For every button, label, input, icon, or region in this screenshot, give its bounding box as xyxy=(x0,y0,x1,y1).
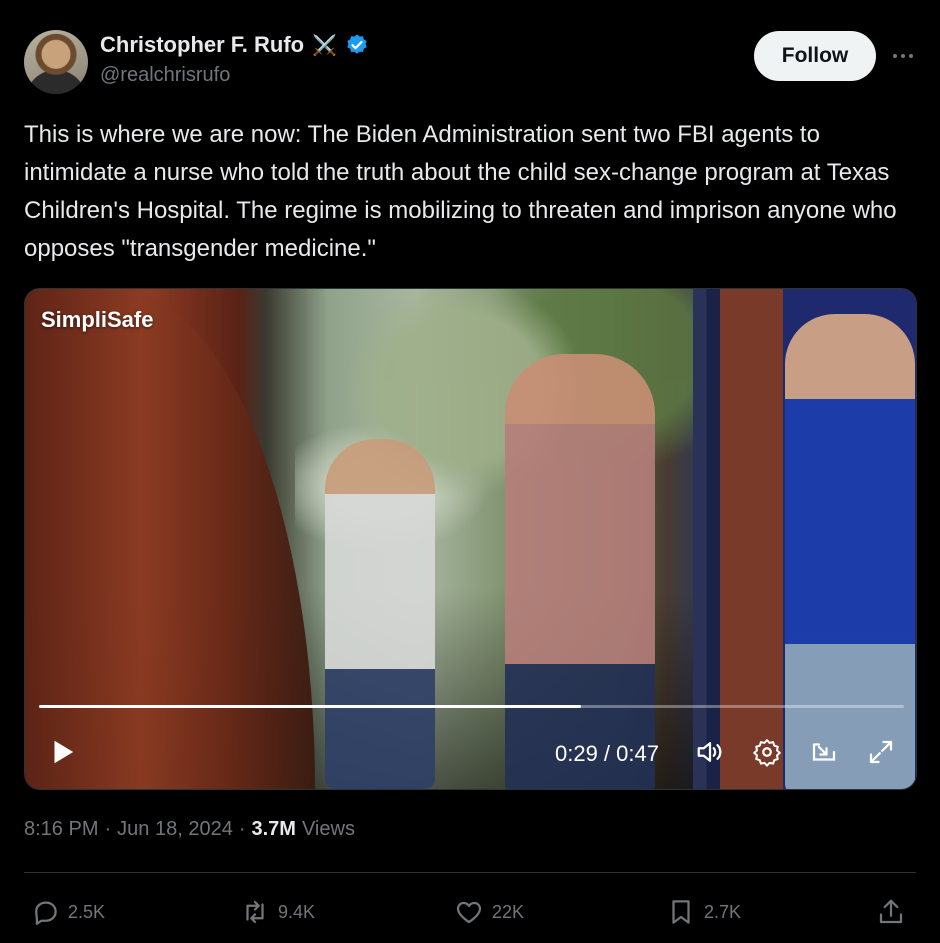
author-display-name[interactable]: Christopher F. Rufo xyxy=(100,32,304,58)
tweet-meta: 8:16 PM · Jun 18, 2024 · 3.7M Views xyxy=(24,818,355,841)
bookmark-icon xyxy=(672,900,690,924)
video-time: 0:29 / 0:47 xyxy=(555,741,659,766)
video-watermark: SimpliSafe xyxy=(41,307,154,332)
like-count: 22K xyxy=(492,901,525,922)
like-button[interactable]: 22K xyxy=(454,892,524,932)
author-name-row: Christopher F. Rufo ⚔️ xyxy=(100,32,369,58)
meta-separator: · xyxy=(238,818,246,840)
meta-separator: · xyxy=(104,818,112,840)
reply-button[interactable]: 2.5K xyxy=(30,892,105,932)
verified-icon xyxy=(347,34,367,54)
pip-icon[interactable] xyxy=(809,737,839,767)
video-progress-bar[interactable] xyxy=(39,705,904,708)
fullscreen-icon[interactable] xyxy=(866,737,896,767)
views-label: Views xyxy=(301,818,355,840)
repost-icon xyxy=(246,900,264,924)
tweet-text: This is where we are now: The Biden Admi… xyxy=(24,121,897,262)
share-icon xyxy=(879,899,903,924)
follow-button[interactable]: Follow xyxy=(754,31,876,81)
author-avatar[interactable] xyxy=(24,30,88,94)
tweet-time[interactable]: 8:16 PM xyxy=(24,818,98,841)
repost-count: 9.4K xyxy=(278,901,316,922)
tweet-date[interactable]: Jun 18, 2024 xyxy=(117,818,233,841)
share-button[interactable] xyxy=(876,892,906,932)
volume-icon[interactable] xyxy=(695,737,725,767)
tweet-actions: 2.5K 9.4K 22K 2.7K xyxy=(30,892,910,932)
views-count: 3.7M xyxy=(251,818,296,840)
reply-icon xyxy=(35,901,57,925)
video-frame-person-center xyxy=(505,354,655,789)
bookmark-button[interactable]: 2.7K xyxy=(666,892,741,932)
settings-icon[interactable] xyxy=(752,737,782,767)
play-icon[interactable] xyxy=(47,737,77,767)
video-controls: 0:29 / 0:47 xyxy=(25,729,916,779)
divider xyxy=(24,872,916,873)
repost-button[interactable]: 9.4K xyxy=(240,892,315,932)
like-icon xyxy=(456,901,482,924)
reply-count: 2.5K xyxy=(68,901,106,922)
video-progress-fill xyxy=(39,705,582,708)
author-handle[interactable]: @realchrisrufo xyxy=(100,64,230,87)
crossed-swords-badge: ⚔️ xyxy=(312,34,338,57)
video-player[interactable]: SimpliSafe 0:29 / 0:47 xyxy=(24,288,917,790)
bookmark-count: 2.7K xyxy=(704,901,742,922)
video-frame-brick-arch xyxy=(25,289,315,789)
video-frame-person-right xyxy=(785,314,915,789)
more-icon[interactable] xyxy=(888,44,918,68)
